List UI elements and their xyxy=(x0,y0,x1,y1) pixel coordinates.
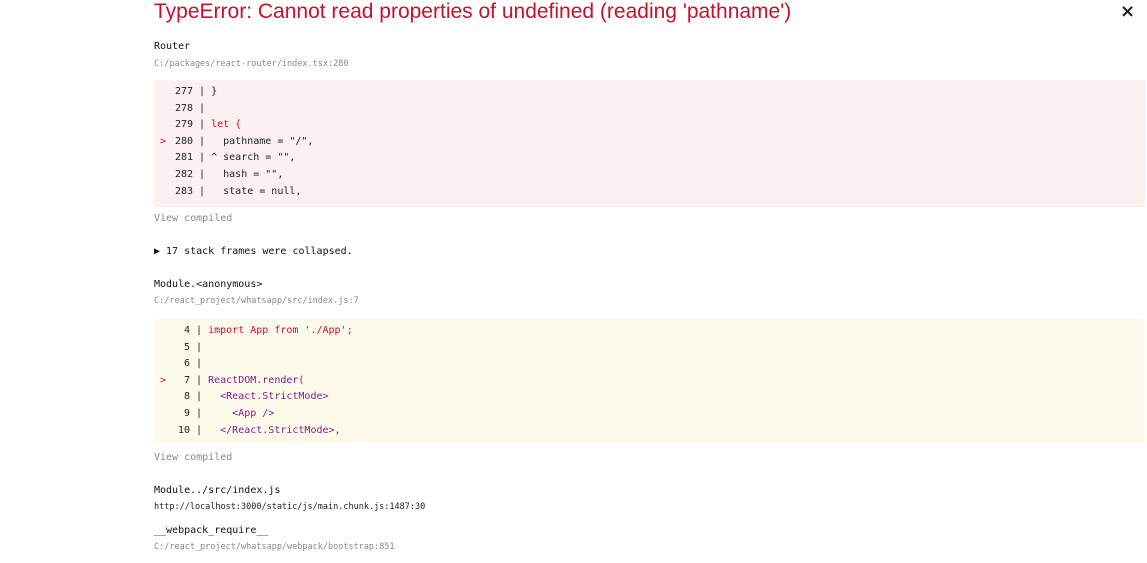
frame-location: C:/react_project/whatsapp/webpack/bootst… xyxy=(154,542,395,552)
code-line: 283 | state = null, xyxy=(174,185,302,197)
code-line: > 280 | pathname = "/", xyxy=(159,135,314,147)
frame-location: http://localhost:3000/static/js/main.chu… xyxy=(154,502,426,512)
frame-name: Router xyxy=(154,41,191,52)
frame-location: C:/packages/react-router/index.tsx:280 xyxy=(154,59,349,69)
code-line: 6 | xyxy=(184,358,209,370)
code-line: 10 | </React.StrictMode>, xyxy=(177,424,341,436)
view-compiled-link[interactable]: View compiled xyxy=(154,213,232,224)
code-line: 277 | } xyxy=(174,86,218,97)
code-snippet: 4 | import App from './App'; 5 | 6 | > 7… xyxy=(154,319,1145,443)
frame-name: __webpack_require__ xyxy=(154,525,269,536)
code-line: 9 | <App /> xyxy=(184,407,275,419)
code-line: 8 | <React.StrictMode> xyxy=(184,391,329,403)
frame-name: Module.<anonymous> xyxy=(154,279,263,290)
code-line: 278 | xyxy=(174,102,212,114)
code-line: > 7 | ReactDOM.render( xyxy=(159,374,305,386)
code-line: 279 | let { xyxy=(174,119,242,131)
code-line: 5 | xyxy=(184,341,209,353)
error-title: TypeError: Cannot read properties of und… xyxy=(154,0,792,23)
view-compiled-link[interactable]: View compiled xyxy=(154,452,232,463)
frame-location: C:/react_project/whatsapp/src/index.js:7 xyxy=(154,296,359,306)
code-line: 282 | hash = "", xyxy=(174,168,284,180)
frame-name: Module../src/index.js xyxy=(154,485,281,496)
code-line: 4 | import App from './App'; xyxy=(184,325,353,336)
close-icon[interactable]: × xyxy=(1120,2,1135,22)
code-line: 281 | ^ search = "", xyxy=(174,152,296,164)
code-snippet: 277 | } 278 | 279 | let { > 280 | pathna… xyxy=(154,80,1145,207)
collapsed-frames-toggle[interactable]: ▶ 17 stack frames were collapsed. xyxy=(154,246,353,257)
